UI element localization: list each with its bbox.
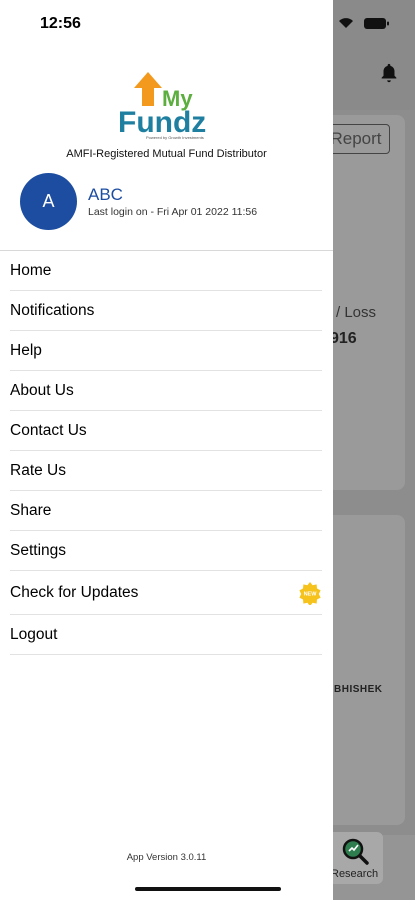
menu-item-label: Contact Us [10, 422, 87, 439]
menu-item-label: Rate Us [10, 462, 66, 479]
new-badge-text: NEW [304, 592, 318, 598]
last-login-text: Last login on - Fri Apr 01 2022 11:56 [88, 206, 258, 218]
drawer-menu: Home Notifications Help About Us Contact… [0, 251, 333, 655]
navigation-drawer: 12:56 My Fundz Powered by Growth Investm… [0, 0, 333, 900]
home-indicator[interactable] [135, 887, 281, 891]
status-time: 12:56 [40, 15, 81, 32]
menu-item-label: Home [10, 262, 52, 279]
menu-item-label: About Us [10, 382, 74, 399]
menu-item-notifications[interactable]: Notifications [0, 291, 333, 331]
menu-item-label: Share [10, 502, 52, 519]
myfundz-logo: My Fundz Powered by Growth Investments [118, 72, 206, 140]
menu-item-label: Logout [10, 626, 58, 643]
amfi-tagline: AMFI-Registered Mutual Fund Distributor [66, 148, 267, 160]
menu-item-home[interactable]: Home [0, 251, 333, 291]
menu-item-logout[interactable]: Logout [0, 615, 333, 655]
menu-item-settings[interactable]: Settings [0, 531, 333, 571]
menu-item-label: Notifications [10, 302, 95, 319]
menu-item-rate-us[interactable]: Rate Us [0, 451, 333, 491]
menu-item-label: Help [10, 342, 42, 359]
menu-item-about-us[interactable]: About Us [0, 371, 333, 411]
menu-divider [10, 654, 322, 655]
menu-item-check-for-updates[interactable]: Check for Updates NEW [0, 571, 333, 615]
menu-item-contact-us[interactable]: Contact Us [0, 411, 333, 451]
menu-item-share[interactable]: Share [0, 491, 333, 531]
user-avatar[interactable]: A [20, 173, 77, 230]
bell-icon[interactable] [378, 61, 400, 85]
research-magnifier-icon [342, 838, 369, 865]
profit-loss-label: / Loss [336, 304, 377, 321]
holder-name-fragment: BHISHEK [334, 684, 383, 695]
app-version: App Version 3.0.11 [126, 852, 207, 863]
profit-loss-value: 916 [330, 330, 357, 347]
menu-item-label: Check for Updates [10, 584, 139, 601]
new-badge-icon: NEW [299, 582, 321, 605]
menu-item-label: Settings [10, 542, 67, 559]
menu-item-help[interactable]: Help [0, 331, 333, 371]
user-name: ABC [88, 185, 123, 204]
research-tab-label: Research [331, 868, 379, 880]
status-icons [339, 18, 389, 29]
logo-powered-text: Powered by Growth Investments [146, 135, 204, 140]
